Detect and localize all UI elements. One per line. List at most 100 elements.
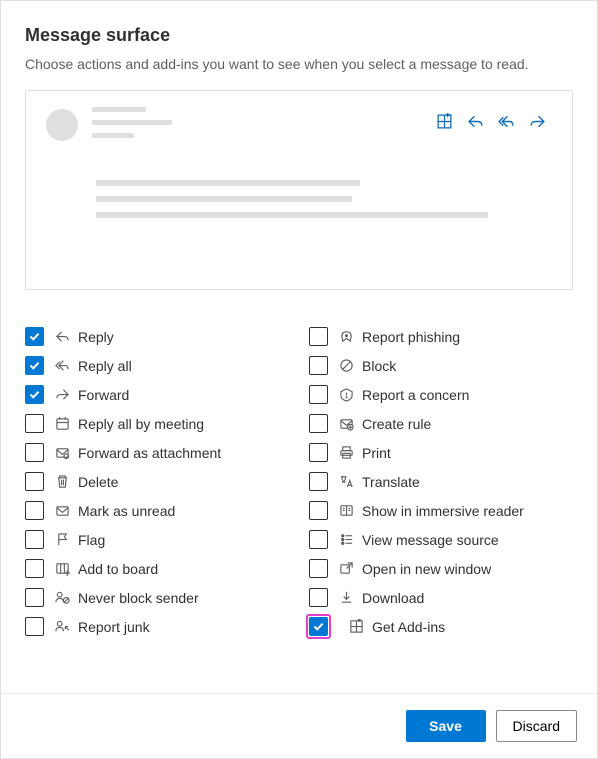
delete-icon — [54, 474, 70, 490]
checkbox[interactable] — [25, 443, 44, 462]
never-block-icon — [54, 590, 70, 606]
action-row: Delete — [25, 467, 289, 496]
checkbox[interactable] — [25, 472, 44, 491]
action-row: Reply all — [25, 351, 289, 380]
action-label: Translate — [362, 474, 420, 490]
body-lines-placeholder — [46, 180, 552, 218]
action-row: Forward as attachment — [25, 438, 289, 467]
action-label: Report a concern — [362, 387, 469, 403]
checkbox[interactable] — [25, 530, 44, 549]
action-row: Report junk — [25, 612, 289, 641]
checkbox[interactable] — [309, 414, 328, 433]
save-button[interactable]: Save — [406, 710, 486, 742]
action-label: Print — [362, 445, 391, 461]
action-row: Reply — [25, 322, 289, 351]
action-label: Get Add-ins — [372, 619, 445, 635]
action-row: Reply all by meeting — [25, 409, 289, 438]
concern-icon — [338, 387, 354, 403]
checkbox[interactable] — [25, 588, 44, 607]
footer: Save Discard — [1, 693, 597, 758]
action-label: Mark as unread — [78, 503, 175, 519]
checkbox[interactable] — [309, 472, 328, 491]
action-label: Delete — [78, 474, 118, 490]
action-row: Add to board — [25, 554, 289, 583]
translate-icon — [338, 474, 354, 490]
discard-button[interactable]: Discard — [496, 710, 577, 742]
checkbox[interactable] — [25, 414, 44, 433]
page-title: Message surface — [25, 25, 573, 46]
page-subtitle: Choose actions and add-ins you want to s… — [25, 56, 573, 72]
addins-icon — [348, 619, 364, 635]
reply-icon — [467, 113, 484, 133]
checkbox[interactable] — [309, 327, 328, 346]
action-label: Reply all — [78, 358, 132, 374]
checkbox[interactable] — [25, 385, 44, 404]
source-icon — [338, 532, 354, 548]
action-label: Reply all by meeting — [78, 416, 204, 432]
action-row: Get Add-ins — [309, 612, 573, 641]
action-row: Translate — [309, 467, 573, 496]
rule-icon — [338, 416, 354, 432]
checkbox[interactable] — [309, 443, 328, 462]
action-row: Download — [309, 583, 573, 612]
message-preview — [25, 90, 573, 290]
new-window-icon — [338, 561, 354, 577]
immersive-icon — [338, 503, 354, 519]
action-row: Print — [309, 438, 573, 467]
action-row: Report phishing — [309, 322, 573, 351]
board-icon — [54, 561, 70, 577]
checkbox[interactable] — [25, 617, 44, 636]
action-label: Add to board — [78, 561, 158, 577]
action-label: Report junk — [78, 619, 150, 635]
action-label: Forward — [78, 387, 129, 403]
checkbox[interactable] — [25, 356, 44, 375]
action-label: Block — [362, 358, 396, 374]
action-label: Flag — [78, 532, 105, 548]
action-row: Open in new window — [309, 554, 573, 583]
action-label: Show in immersive reader — [362, 503, 524, 519]
action-row: Forward — [25, 380, 289, 409]
action-row: Report a concern — [309, 380, 573, 409]
action-label: Create rule — [362, 416, 431, 432]
download-icon — [338, 590, 354, 606]
checkbox[interactable] — [309, 501, 328, 520]
checkbox[interactable] — [25, 501, 44, 520]
checkbox[interactable] — [309, 617, 328, 636]
forward-icon — [529, 113, 546, 133]
flag-icon — [54, 532, 70, 548]
checkbox[interactable] — [309, 530, 328, 549]
actions-grid: Reply Reply all Forward Reply all by meetin… — [25, 322, 573, 641]
action-label: Forward as attachment — [78, 445, 221, 461]
action-row: Block — [309, 351, 573, 380]
preview-toolbar — [436, 113, 552, 133]
action-label: Reply — [78, 329, 114, 345]
reply-all-icon — [54, 358, 70, 374]
action-row: Mark as unread — [25, 496, 289, 525]
checkbox[interactable] — [309, 385, 328, 404]
header-lines-placeholder — [92, 107, 172, 146]
action-label: View message source — [362, 532, 499, 548]
reply-all-icon — [498, 113, 515, 133]
action-label: Download — [362, 590, 424, 606]
avatar-placeholder — [46, 109, 78, 141]
action-label: Never block sender — [78, 590, 199, 606]
action-row: View message source — [309, 525, 573, 554]
action-row: Create rule — [309, 409, 573, 438]
unread-icon — [54, 503, 70, 519]
action-label: Open in new window — [362, 561, 491, 577]
checkbox[interactable] — [25, 327, 44, 346]
print-icon — [338, 445, 354, 461]
addins-icon — [436, 113, 453, 133]
checkbox[interactable] — [25, 559, 44, 578]
checkbox[interactable] — [309, 588, 328, 607]
action-row: Never block sender — [25, 583, 289, 612]
phishing-icon — [338, 329, 354, 345]
action-row: Flag — [25, 525, 289, 554]
checkbox[interactable] — [309, 356, 328, 375]
action-label: Report phishing — [362, 329, 460, 345]
highlight-box — [306, 614, 331, 639]
report-junk-icon — [54, 619, 70, 635]
checkbox[interactable] — [309, 559, 328, 578]
attachment-icon — [54, 445, 70, 461]
meeting-icon — [54, 416, 70, 432]
